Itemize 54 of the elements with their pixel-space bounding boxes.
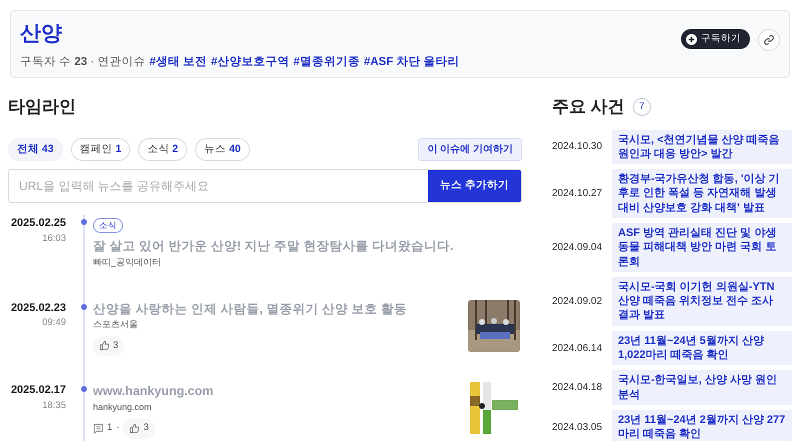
event-link[interactable]: 국시모-국회 이기헌 의원실-YTN 산양 떼죽음 위치정보 전수 조사 결과 발표 [612, 276, 792, 326]
event-link[interactable]: 환경부-국가유산청 합동, '이상 기후로 인한 폭설 등 자연재해 발생 대비 산양보호 강화 대책' 발표 [612, 169, 792, 218]
event-link[interactable]: 국시모-한국일보, 산양 사망 원인 분석 [612, 370, 792, 405]
event-link[interactable]: ASF 방역 관리실태 진단 및 야생동물 피해대책 방안 마련 국회 토론회 [612, 222, 792, 272]
timeline-dot [81, 386, 87, 392]
link-icon [763, 34, 775, 46]
like-button[interactable]: 3 [123, 418, 155, 438]
event-date: 2024.10.27 [552, 187, 604, 202]
add-news-button[interactable]: 뉴스 추가하기 [428, 170, 521, 202]
event-date: 2024.04.18 [552, 381, 604, 396]
event-date: 2024.06.14 [552, 342, 604, 356]
entry-time: 09:49 [41, 316, 66, 330]
filter-tab[interactable]: 소식 2 [138, 138, 188, 162]
tag-link[interactable]: #생태 보전 [149, 54, 208, 72]
event-link[interactable]: 국시모, <천연기념물 산양 떼죽음 원인과 대응 방안> 발간 [612, 130, 792, 164]
section-heading: 주요 사건 [552, 96, 625, 118]
separator-dot: · [116, 421, 120, 436]
entry-time: 18:35 [41, 398, 66, 412]
event-link[interactable]: 23년 11월~24년 2월까지 산양 277마리 떼죽음 확인 [612, 410, 792, 441]
event-date: 2024.10.30 [552, 140, 604, 154]
count-badge: 7 [632, 98, 651, 116]
entry-source: hankyung.com [93, 400, 153, 414]
tag-link[interactable]: #멸종위기종 [293, 54, 360, 72]
entry-source: 빠띠_공익데이터 [93, 256, 162, 269]
like-button[interactable]: 3 [93, 336, 124, 356]
entry-date: 2025.02.25 [10, 216, 66, 232]
timeline-dot [81, 219, 87, 226]
contribute-button[interactable]: 이 이슈에 기여하기 [418, 138, 522, 161]
filter-tab[interactable]: 뉴스 40 [195, 138, 250, 162]
thumbs-up-icon [99, 340, 110, 352]
subscribe-button[interactable]: 구독하기 [681, 29, 750, 50]
filter-tab[interactable]: 전체 43 [8, 138, 63, 162]
timeline-dot [81, 304, 87, 310]
entry-source: 스포츠서울 [93, 318, 139, 332]
issue-title: 산양 [20, 21, 63, 46]
tag-link[interactable]: #ASF 차단 울타리 [364, 54, 460, 72]
entry-time: 16:03 [41, 232, 66, 246]
comment-count: 1 [93, 421, 112, 436]
category-tag: 소식 [93, 218, 123, 234]
event-date: 2024.09.04 [552, 240, 604, 255]
filter-tab[interactable]: 캠페인 1 [70, 138, 130, 162]
issue-meta-text: 구독자 수 23 · 연관이슈 [20, 55, 146, 70]
thumbs-up-icon [129, 422, 140, 434]
entry-date: 2025.02.17 [10, 383, 66, 398]
comment-icon [93, 422, 104, 434]
event-date: 2024.03.05 [552, 420, 604, 435]
url-input-field[interactable]: URL을 입력해 뉴스를 공유해주세요 뉴스 추가하기 [8, 169, 522, 204]
share-link-button[interactable] [758, 29, 780, 51]
event-link[interactable]: 23년 11월~24년 5월까지 산양 1,022마리 떼죽음 확인 [612, 330, 792, 366]
tag-link[interactable]: #산양보호구역 [211, 54, 290, 72]
plus-icon [686, 34, 697, 45]
entry-date: 2025.02.23 [10, 300, 66, 316]
event-date: 2024.09.02 [552, 294, 604, 309]
section-heading: 타임라인 [8, 96, 77, 118]
